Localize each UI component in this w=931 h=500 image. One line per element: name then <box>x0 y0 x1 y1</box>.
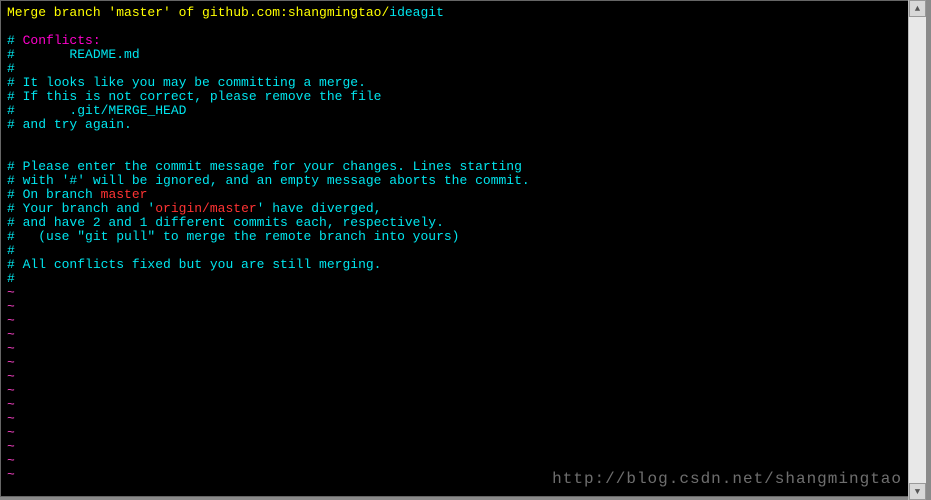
commit-message-repo: ideagit <box>389 5 444 20</box>
empty-line-tilde: ~ <box>7 384 902 398</box>
comment-line: # <box>7 62 902 76</box>
empty-line-tilde: ~ <box>7 398 902 412</box>
comment-line: # <box>7 244 902 258</box>
comment-line: # with '#' will be ignored, and an empty… <box>7 174 902 188</box>
blank-line <box>7 132 902 146</box>
empty-line-tilde: ~ <box>7 300 902 314</box>
comment-line: # Please enter the commit message for yo… <box>7 160 902 174</box>
empty-line-tilde: ~ <box>7 412 902 426</box>
empty-line-tilde: ~ <box>7 468 902 482</box>
empty-line-tilde: ~ <box>7 286 902 300</box>
empty-line-tilde: ~ <box>7 426 902 440</box>
commit-message-line: Merge branch 'master' of github.com:shan… <box>7 6 902 20</box>
terminal-editor[interactable]: Merge branch 'master' of github.com:shan… <box>0 0 908 497</box>
empty-line-tilde: ~ <box>7 356 902 370</box>
empty-line-tilde: ~ <box>7 314 902 328</box>
commit-message-prefix: Merge branch 'master' of github.com:shan… <box>7 5 389 20</box>
remote-branch-name: origin/master <box>155 201 256 216</box>
comment-line: # and have 2 and 1 different commits eac… <box>7 216 902 230</box>
empty-line-tilde: ~ <box>7 440 902 454</box>
branch-name: master <box>101 187 148 202</box>
empty-line-tilde: ~ <box>7 328 902 342</box>
empty-line-tilde: ~ <box>7 370 902 384</box>
comment-line: # README.md <box>7 48 902 62</box>
diverge-line: # Your branch and 'origin/master' have d… <box>7 202 902 216</box>
branch-line: # On branch master <box>7 188 902 202</box>
comment-line: # If this is not correct, please remove … <box>7 90 902 104</box>
scroll-up-button[interactable]: ▲ <box>909 0 926 17</box>
comment-line: # <box>7 272 902 286</box>
comment-line: # and try again. <box>7 118 902 132</box>
vertical-scrollbar[interactable]: ▲ ▼ <box>908 0 926 500</box>
comment-line: # It looks like you may be committing a … <box>7 76 902 90</box>
blank-line <box>7 20 902 34</box>
chevron-down-icon: ▼ <box>915 485 920 499</box>
chevron-up-icon: ▲ <box>915 2 920 16</box>
comment-line: # .git/MERGE_HEAD <box>7 104 902 118</box>
comment-line: # (use "git pull" to merge the remote br… <box>7 230 902 244</box>
empty-line-tilde: ~ <box>7 342 902 356</box>
comment-line: # All conflicts fixed but you are still … <box>7 258 902 272</box>
empty-line-tilde: ~ <box>7 454 902 468</box>
comment-line: # Conflicts: <box>7 34 902 48</box>
blank-line <box>7 146 902 160</box>
scroll-down-button[interactable]: ▼ <box>909 483 926 500</box>
